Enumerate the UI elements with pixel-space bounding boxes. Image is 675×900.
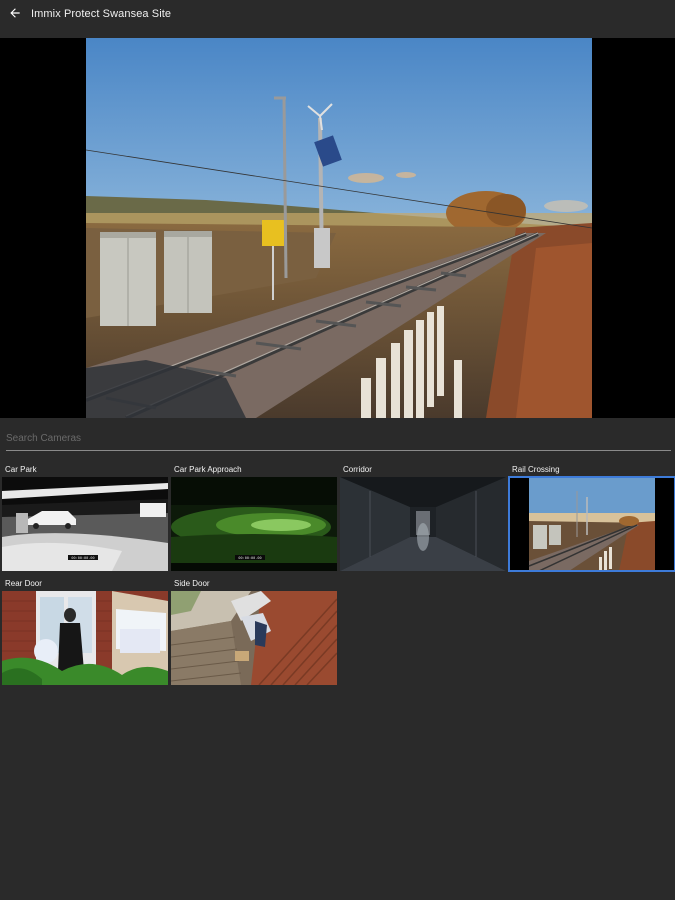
camera-label: Side Door — [174, 579, 210, 588]
camera-thumbnail — [171, 591, 337, 685]
camera-thumbnail: 00:00:00.00 — [171, 477, 337, 571]
back-button[interactable] — [6, 4, 24, 22]
camera-thumbnail: 00:00:00.00 — [2, 477, 168, 571]
live-viewer[interactable] — [0, 38, 675, 418]
camera-tile-corridor[interactable]: Corridor — [340, 464, 506, 571]
camera-tile-rail-crossing[interactable]: Rail Crossing — [508, 464, 675, 572]
page-title: Immix Protect Swansea Site — [31, 8, 172, 20]
camera-label: Rail Crossing — [512, 465, 560, 474]
camera-tile-car-park[interactable]: Car Park 00:00:00.00 — [2, 464, 168, 571]
camera-label: Corridor — [343, 465, 372, 474]
camera-thumbnail — [2, 591, 168, 685]
camera-tile-rear-door[interactable]: Rear Door — [2, 578, 168, 685]
camera-tile-side-door[interactable]: Side Door — [171, 578, 337, 685]
camera-tile-car-park-approach[interactable]: Car Park Approach 00:00:00.00 — [171, 464, 337, 571]
search-input[interactable] — [6, 426, 671, 450]
search-container — [6, 426, 671, 452]
timestamp-overlay: 00:00:00.00 — [238, 556, 261, 560]
camera-thumbnail — [340, 477, 506, 571]
app-root: Immix Protect Swansea Site Search Camera… — [0, 0, 675, 900]
timestamp-overlay: 00:00:00.00 — [71, 556, 94, 560]
camera-label: Car Park — [5, 465, 37, 474]
arrow-left-icon — [10, 8, 20, 18]
camera-label: Car Park Approach — [174, 465, 242, 474]
camera-thumbnail — [508, 476, 675, 572]
camera-label: Rear Door — [5, 579, 42, 588]
search-underline — [6, 450, 671, 451]
top-bar: Immix Protect Swansea Site — [0, 0, 675, 32]
live-feed-rail-crossing — [86, 38, 592, 418]
